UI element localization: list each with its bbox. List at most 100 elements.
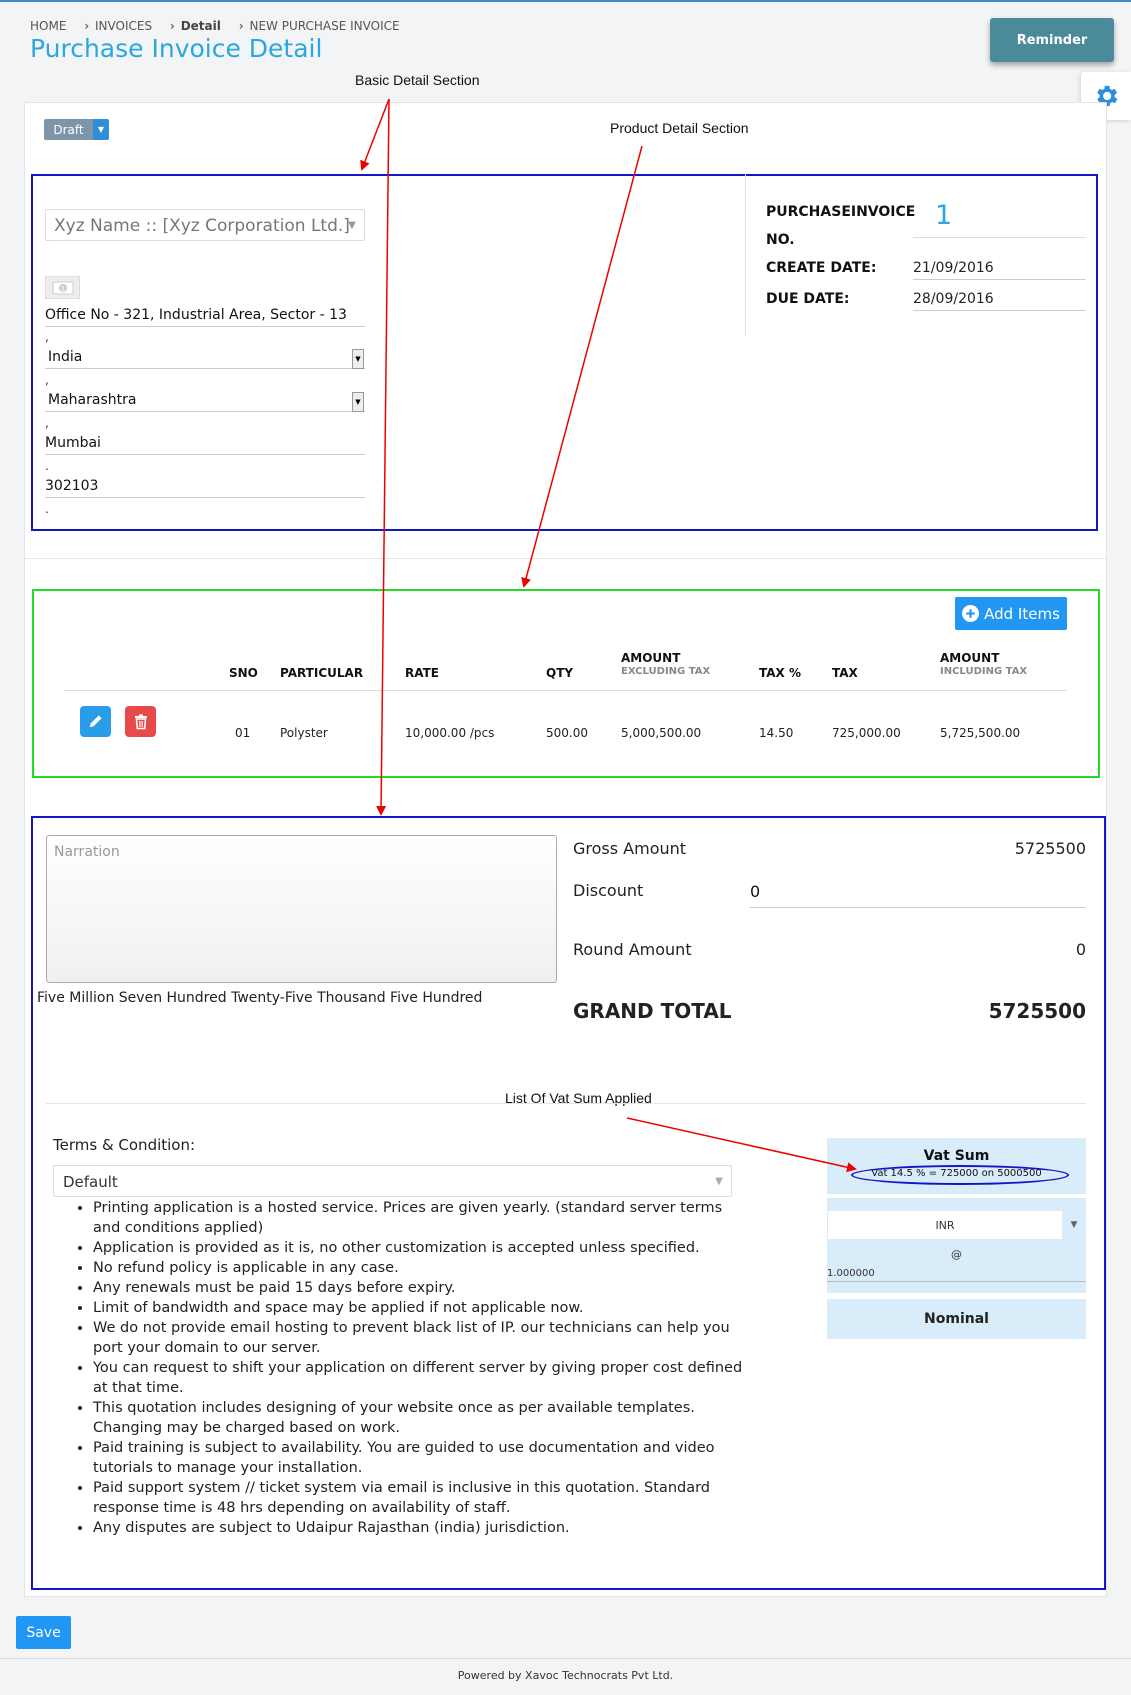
- create-date-field[interactable]: 21/09/2016: [913, 260, 1086, 280]
- pincode-field[interactable]: 302103: [45, 478, 365, 498]
- annotation-basic-detail: Basic Detail Section: [355, 72, 480, 88]
- breadcrumb-separator: ›: [169, 19, 175, 33]
- state-value: Maharashtra: [48, 392, 137, 408]
- separator-dot: .: [45, 502, 49, 516]
- table-cell-sno: 01: [235, 726, 251, 740]
- terms-label: Terms & Condition:: [53, 1136, 196, 1154]
- vat-sum-line: Vat 14.5 % = 725000 on 5000500: [871, 1168, 1042, 1179]
- chevron-down-icon: ▼: [348, 219, 356, 231]
- due-date-field[interactable]: 28/09/2016: [913, 291, 1086, 311]
- breadcrumb-home[interactable]: HOME: [30, 19, 66, 33]
- reminder-button[interactable]: Reminder: [990, 18, 1114, 62]
- table-cell-tax-percent: 14.50: [759, 726, 794, 740]
- exchange-rate-input[interactable]: 1.000000: [827, 1268, 1086, 1282]
- delete-item-button[interactable]: [125, 706, 156, 737]
- money-icon: 1: [45, 276, 80, 299]
- terms-item: Application is provided as it is, no oth…: [93, 1238, 746, 1258]
- add-items-label: Add Items: [984, 604, 1060, 623]
- table-cell-amount-excluding-tax: 5,000,500.00: [621, 726, 702, 740]
- table-cell-qty: 500.00: [546, 726, 588, 740]
- top-accent-line: [0, 0, 1131, 2]
- edit-item-button[interactable]: [80, 706, 111, 737]
- separator-comma: ,: [45, 330, 49, 344]
- address-field[interactable]: Office No - 321, Industrial Area, Sector…: [45, 307, 365, 327]
- plus-circle-icon: [962, 605, 980, 622]
- terms-item: We do not provide email hosting to preve…: [93, 1318, 746, 1358]
- country-value: India: [48, 349, 83, 365]
- vat-sum-title: Vat Sum: [923, 1148, 990, 1164]
- trash-icon: [134, 714, 147, 729]
- breadcrumb-current: NEW PURCHASE INVOICE: [249, 19, 400, 33]
- grand-total-value: 5725500: [988, 999, 1086, 1023]
- currency-at-symbol: @: [951, 1248, 962, 1261]
- column-header-qty: QTY: [546, 666, 574, 680]
- svg-text:1: 1: [60, 285, 64, 293]
- column-header-tax-percent: TAX %: [759, 666, 801, 680]
- invoice-no-value: 1: [935, 200, 953, 231]
- chevron-down-icon: ▼: [1070, 1220, 1078, 1230]
- round-amount-label: Round Amount: [573, 940, 692, 959]
- terms-item: Printing application is a hosted service…: [93, 1198, 746, 1238]
- terms-list: Printing application is a hosted service…: [66, 1198, 746, 1538]
- create-date-label: CREATE DATE:: [766, 260, 877, 276]
- gross-amount-label: Gross Amount: [573, 839, 687, 858]
- chevron-down-icon: ▼: [352, 392, 364, 412]
- table-cell-rate: 10,000.00 /pcs: [405, 726, 495, 740]
- separator-comma: ,: [45, 373, 49, 387]
- column-header-sno: SNO: [229, 666, 258, 680]
- table-cell-amount-including-tax: 5,725,500.00: [940, 726, 1021, 740]
- amount-in-words: Five Million Seven Hundred Twenty-Five T…: [37, 990, 483, 1006]
- status-dropdown[interactable]: Draft ▼: [44, 119, 109, 140]
- currency-select[interactable]: INR: [828, 1211, 1062, 1239]
- nominal-button[interactable]: Nominal: [827, 1299, 1086, 1339]
- column-header-sublabel: INCLUDING TAX: [940, 666, 1028, 677]
- column-header-amount-including-tax: AMOUNT INCLUDING TAX: [940, 651, 1027, 677]
- separator-comma: ,: [45, 416, 49, 430]
- column-divider: [745, 174, 746, 336]
- city-field[interactable]: Mumbai: [45, 435, 365, 455]
- column-header-label: AMOUNT: [621, 651, 681, 665]
- terms-item: Paid training is subject to availability…: [93, 1438, 746, 1478]
- invoice-no-field[interactable]: 1: [913, 200, 1086, 238]
- column-header-tax: TAX: [832, 666, 858, 680]
- gross-amount-value: 5725500: [1014, 839, 1086, 858]
- footer-text: Powered by Xavoc Technocrats Pvt Ltd.: [457, 1669, 674, 1682]
- add-items-button[interactable]: Add Items: [955, 597, 1067, 630]
- terms-item: Limit of bandwidth and space may be appl…: [93, 1298, 746, 1318]
- narration-textarea[interactable]: Narration: [46, 835, 557, 983]
- state-select[interactable]: Maharashtra: [45, 392, 365, 412]
- annotation-product-detail: Product Detail Section: [610, 120, 749, 136]
- terms-item: Any disputes are subject to Udaipur Raja…: [93, 1518, 746, 1538]
- invoice-no-label: PURCHASEINVOICE: [766, 204, 916, 220]
- party-select[interactable]: Xyz Name :: [Xyz Corporation Ltd.]: [45, 209, 365, 241]
- status-value: Draft: [44, 119, 93, 140]
- terms-item: This quotation includes designing of you…: [93, 1398, 746, 1438]
- terms-item: You can request to shift your applicatio…: [93, 1358, 746, 1398]
- save-button[interactable]: Save: [16, 1616, 71, 1649]
- terms-item: No refund policy is applicable in any ca…: [93, 1258, 746, 1278]
- grand-total-label: GRAND TOTAL: [573, 999, 732, 1023]
- country-select[interactable]: India: [45, 349, 365, 369]
- due-date-label: DUE DATE:: [766, 291, 850, 307]
- chevron-down-icon: ▼: [93, 119, 109, 140]
- column-header-label: AMOUNT: [940, 651, 1000, 665]
- discount-input[interactable]: 0: [750, 882, 1086, 908]
- terms-select[interactable]: Default: [53, 1165, 732, 1197]
- column-header-particular: PARTICULAR: [280, 666, 364, 680]
- column-header-sublabel: EXCLUDING TAX: [621, 666, 711, 677]
- table-cell-tax: 725,000.00: [832, 726, 901, 740]
- product-detail-section-outline: [32, 589, 1100, 778]
- column-header-amount-excluding-tax: AMOUNT EXCLUDING TAX: [621, 651, 710, 677]
- column-header-rate: RATE: [405, 666, 439, 680]
- table-header-divider: [64, 690, 1067, 691]
- round-amount-value: 0: [1075, 940, 1086, 959]
- terms-item: Any renewals must be paid 15 days before…: [93, 1278, 746, 1298]
- breadcrumb-invoices[interactable]: INVOICES: [95, 19, 152, 33]
- page-title: Purchase Invoice Detail: [30, 34, 323, 63]
- section-divider: [46, 1103, 1086, 1104]
- breadcrumb-separator: ›: [84, 19, 90, 33]
- chevron-down-icon: ▼: [352, 349, 364, 369]
- breadcrumb-detail[interactable]: Detail: [181, 19, 221, 33]
- footer-divider: [0, 1658, 1131, 1659]
- terms-item: Paid support system // ticket system via…: [93, 1478, 746, 1518]
